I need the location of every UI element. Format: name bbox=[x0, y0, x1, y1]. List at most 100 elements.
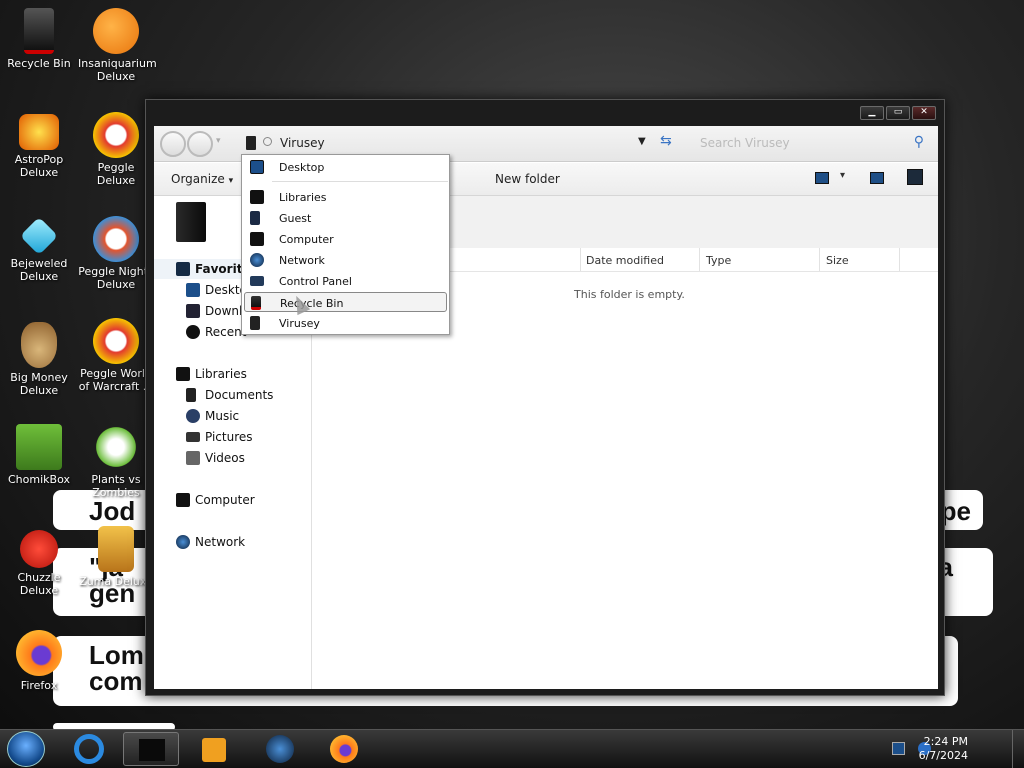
address-path: Virusey bbox=[280, 136, 325, 150]
minimize-button[interactable]: ▁ bbox=[860, 106, 884, 120]
gem-icon bbox=[19, 216, 59, 256]
dropdown-separator bbox=[272, 181, 448, 182]
address-dropdown-menu: Desktop Libraries Guest Computer Network… bbox=[241, 154, 450, 335]
fish-icon bbox=[93, 8, 139, 54]
search-input[interactable]: Search Virusey ⚲ bbox=[690, 132, 930, 154]
column-separator bbox=[899, 248, 900, 271]
column-type[interactable]: Type bbox=[706, 254, 731, 267]
system-clock[interactable]: 2:24 PM 6/7/2024 bbox=[919, 735, 968, 763]
desktop-icon-zuma[interactable]: Zuma Deluxe bbox=[78, 526, 154, 588]
help-button[interactable] bbox=[907, 169, 923, 185]
network-icon bbox=[250, 253, 264, 267]
libraries-icon bbox=[176, 367, 190, 381]
recycle-bin-icon bbox=[24, 8, 54, 54]
chevron-down-icon: ▾ bbox=[228, 176, 234, 186]
clock-time: 2:24 PM bbox=[923, 735, 968, 748]
forward-button[interactable] bbox=[187, 131, 213, 157]
back-button[interactable] bbox=[160, 131, 186, 157]
preview-pane-button[interactable] bbox=[870, 172, 884, 184]
downloads-icon bbox=[186, 304, 200, 318]
desktop-icon bbox=[186, 283, 200, 297]
wmp-globe-icon[interactable] bbox=[252, 732, 308, 766]
control-panel-icon bbox=[250, 276, 264, 286]
money-bag-icon bbox=[21, 322, 57, 368]
dropdown-item-computer[interactable]: Computer bbox=[242, 229, 449, 249]
explorer-icon bbox=[139, 739, 165, 761]
search-placeholder: Search Virusey bbox=[700, 136, 790, 150]
peggle-wow-icon bbox=[93, 318, 139, 364]
column-date-modified[interactable]: Date modified bbox=[586, 254, 664, 267]
network-tray-icon[interactable] bbox=[892, 742, 905, 755]
firefox-icon[interactable] bbox=[316, 732, 372, 766]
dropdown-item-virusey[interactable]: Virusey bbox=[242, 313, 449, 333]
wallpaper-text: Jod bbox=[89, 496, 136, 526]
address-dropdown-icon[interactable]: ▼ bbox=[638, 136, 646, 147]
column-separator bbox=[580, 248, 581, 271]
chevron-down-icon[interactable]: ▾ bbox=[840, 170, 845, 181]
desktop-icon-chuzzle[interactable]: Chuzzle Deluxe bbox=[1, 530, 77, 597]
chuzzle-icon bbox=[20, 530, 58, 568]
star-folder-icon bbox=[176, 262, 190, 276]
internet-explorer-icon[interactable] bbox=[62, 732, 118, 766]
dropdown-item-libraries[interactable]: Libraries bbox=[242, 187, 449, 207]
media-player-icon[interactable] bbox=[186, 732, 242, 766]
window-controls: ▁ ▭ ✕ bbox=[860, 106, 936, 120]
taskbar: 2:24 PM 6/7/2024 bbox=[0, 729, 1024, 768]
refresh-icon[interactable]: ⇆ bbox=[660, 133, 672, 149]
close-button[interactable]: ✕ bbox=[912, 106, 936, 120]
desktop-icon-firefox[interactable]: Firefox bbox=[1, 630, 77, 692]
maximize-button[interactable]: ▭ bbox=[886, 106, 910, 120]
organize-button[interactable]: Organize ▾ bbox=[171, 172, 233, 186]
desktop-icon-peggle-wow[interactable]: Peggle World of Warcraft ... bbox=[78, 318, 154, 393]
astropop-icon bbox=[19, 114, 59, 150]
view-options-button[interactable] bbox=[815, 172, 829, 184]
dropdown-item-desktop[interactable]: Desktop bbox=[242, 157, 449, 177]
desktop-icon-bejeweled[interactable]: Bejeweled Deluxe bbox=[1, 216, 77, 283]
videos-icon bbox=[186, 451, 200, 465]
address-field[interactable]: Virusey ▼ bbox=[242, 132, 660, 154]
clock-date: 6/7/2024 bbox=[918, 749, 968, 762]
desktop-icon-astropop[interactable]: AstroPop Deluxe bbox=[1, 114, 77, 179]
dropdown-item-guest[interactable]: Guest bbox=[242, 208, 449, 228]
peggle-icon bbox=[93, 112, 139, 158]
column-size[interactable]: Size bbox=[826, 254, 849, 267]
start-orb-icon[interactable] bbox=[7, 731, 45, 767]
zuma-icon bbox=[98, 526, 134, 572]
music-icon bbox=[186, 409, 200, 423]
desktop-icon-recycle-bin[interactable]: Recycle Bin bbox=[1, 8, 77, 70]
recent-pages-arrow-icon[interactable]: ▾ bbox=[216, 136, 221, 146]
computer-icon bbox=[250, 232, 264, 246]
firefox-icon bbox=[16, 630, 62, 676]
desktop-icon-peggle-nights[interactable]: Peggle Nights Deluxe bbox=[78, 216, 154, 291]
breadcrumb-separator-icon bbox=[263, 137, 272, 146]
desktop-icon-peggle[interactable]: Peggle Deluxe bbox=[78, 112, 154, 187]
wallpaper-text: com bbox=[89, 666, 143, 696]
network-icon bbox=[176, 535, 190, 549]
hamster-icon bbox=[16, 424, 62, 470]
new-folder-button[interactable]: New folder bbox=[495, 172, 560, 186]
explorer-taskbar-button[interactable] bbox=[123, 732, 179, 766]
folder-icon bbox=[246, 136, 256, 150]
pictures-icon bbox=[186, 432, 200, 442]
dropdown-item-recycle-bin[interactable]: Recycle Bin bbox=[244, 292, 447, 312]
desktop-icon-chomikbox[interactable]: ChomikBox bbox=[1, 424, 77, 486]
documents-icon bbox=[186, 388, 196, 402]
empty-folder-message: This folder is empty. bbox=[574, 288, 685, 301]
recent-places-icon bbox=[186, 325, 200, 339]
desktop-icon-insaniquarium[interactable]: Insaniquarium Deluxe bbox=[78, 8, 157, 83]
dropdown-item-network[interactable]: Network bbox=[242, 250, 449, 270]
folder-icon bbox=[250, 316, 260, 330]
dropdown-item-control-panel[interactable]: Control Panel bbox=[242, 271, 449, 291]
computer-icon bbox=[176, 493, 190, 507]
desktop-icon-big-money[interactable]: Big Money Deluxe bbox=[1, 322, 77, 397]
recycle-bin-icon bbox=[251, 296, 261, 310]
wallpaper-text: pe bbox=[940, 496, 971, 526]
user-folder-icon bbox=[250, 211, 260, 225]
show-desktop-button[interactable] bbox=[1012, 730, 1024, 768]
libraries-icon bbox=[250, 190, 264, 204]
search-icon[interactable]: ⚲ bbox=[914, 134, 924, 150]
large-folder-icon bbox=[176, 202, 206, 242]
peggle-nights-icon bbox=[93, 216, 139, 262]
desktop-icon-plants-vs-zombies[interactable]: Plants vs Zombies bbox=[78, 424, 154, 499]
desktop-icon bbox=[250, 160, 264, 174]
